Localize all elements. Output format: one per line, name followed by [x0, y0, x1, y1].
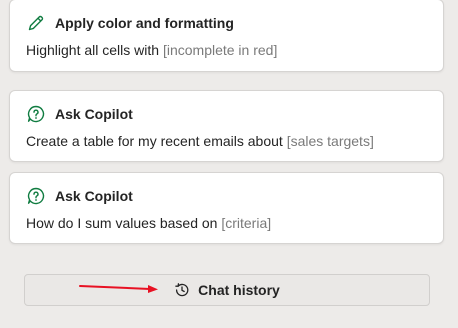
prompt-card-ask-copilot-table[interactable]: Ask Copilot Create a table for my recent… — [9, 90, 444, 162]
chat-question-icon — [26, 186, 46, 206]
prompt-text: How do I sum values based on — [26, 215, 222, 231]
card-header: Ask Copilot — [26, 186, 133, 206]
prompt-card-apply-formatting[interactable]: Apply color and formatting Highlight all… — [9, 0, 444, 72]
chat-question-icon — [26, 104, 46, 124]
history-icon — [174, 282, 190, 298]
prompt-placeholder: [sales targets] — [286, 133, 374, 149]
card-prompt-text: Highlight all cells with [incomplete in … — [26, 42, 277, 58]
pencil-icon — [26, 13, 46, 33]
card-title: Ask Copilot — [55, 188, 133, 204]
card-title: Apply color and formatting — [55, 15, 234, 31]
card-prompt-text: Create a table for my recent emails abou… — [26, 133, 374, 149]
card-title: Ask Copilot — [55, 106, 133, 122]
prompt-placeholder: [criteria] — [221, 215, 272, 231]
prompt-text: Create a table for my recent emails abou… — [26, 133, 287, 149]
card-header: Ask Copilot — [26, 104, 133, 124]
prompt-text: Highlight all cells with — [26, 42, 163, 58]
card-prompt-text: How do I sum values based on [criteria] — [26, 215, 271, 231]
prompt-placeholder: [incomplete in red] — [162, 42, 278, 58]
annotation-arrow — [79, 285, 158, 293]
prompt-card-ask-copilot-sum[interactable]: Ask Copilot How do I sum values based on… — [9, 172, 444, 244]
chat-history-label: Chat history — [198, 282, 280, 298]
card-header: Apply color and formatting — [26, 13, 234, 33]
